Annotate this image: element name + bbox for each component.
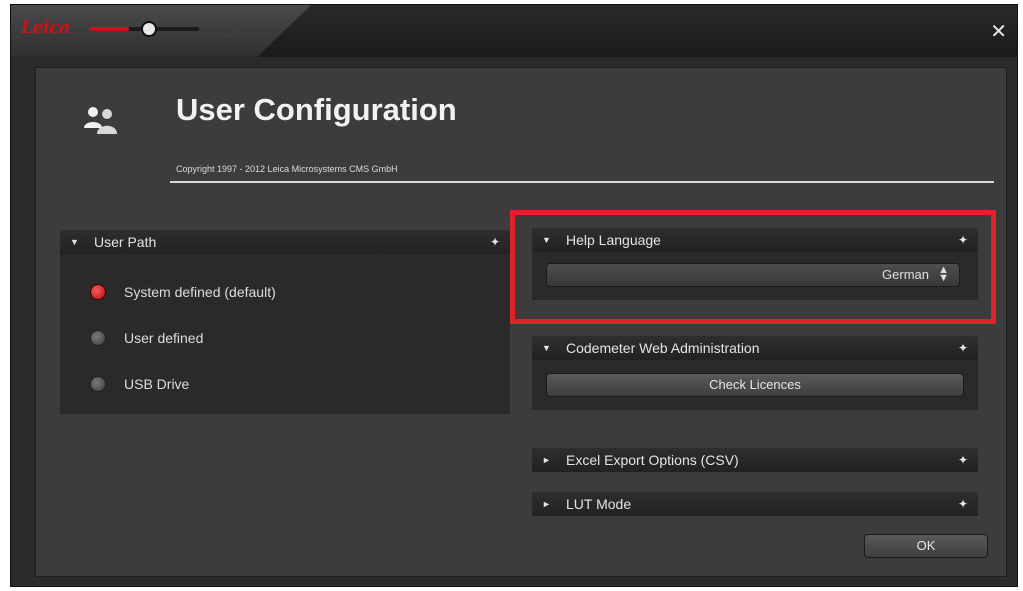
slider-knob[interactable] — [141, 21, 157, 37]
collapse-arrow-icon: ▼ — [542, 235, 551, 245]
codemeter-header[interactable]: ▼ Codemeter Web Administration ✦ — [532, 336, 978, 360]
users-icon — [82, 104, 120, 142]
help-language-select[interactable]: German ▲ ▼ — [546, 263, 960, 287]
radio-button[interactable] — [90, 330, 106, 346]
lut-mode-label: LUT Mode — [566, 496, 632, 512]
page-title: User Configuration — [176, 92, 457, 127]
pin-icon[interactable]: ✦ — [958, 448, 968, 472]
selected-language: German — [882, 267, 929, 282]
user-path-header[interactable]: ▼ User Path ✦ — [60, 230, 510, 254]
ok-button[interactable]: OK — [864, 534, 988, 558]
user-path-body: System defined (default) User defined US… — [60, 254, 510, 414]
codemeter-body: Check Licences — [532, 360, 978, 410]
user-path-label: User Path — [94, 234, 157, 250]
pin-icon[interactable]: ✦ — [958, 492, 968, 516]
close-icon[interactable]: ✕ — [990, 19, 1007, 43]
leica-logo: Leica — [21, 17, 71, 38]
radio-label: System defined (default) — [124, 284, 276, 300]
spinner-arrows-icon: ▲ ▼ — [938, 264, 949, 284]
radio-button[interactable] — [90, 284, 106, 300]
radio-label: User defined — [124, 330, 204, 346]
collapse-arrow-icon: ▼ — [542, 343, 551, 353]
copyright-text: Copyright 1997 - 2012 Leica Microsystems… — [176, 164, 398, 174]
radio-button[interactable] — [90, 376, 106, 392]
pin-icon[interactable]: ✦ — [958, 336, 968, 360]
configuration-panel: User Configuration Copyright 1997 - 2012… — [35, 67, 1007, 577]
expand-arrow-icon: ► — [542, 455, 551, 465]
check-licences-button[interactable]: Check Licences — [546, 373, 964, 397]
lut-mode-header[interactable]: ► LUT Mode ✦ — [532, 492, 978, 516]
pin-icon[interactable]: ✦ — [490, 230, 500, 254]
excel-export-label: Excel Export Options (CSV) — [566, 452, 739, 468]
title-bar: Leica ✕ — [11, 5, 1017, 57]
slider-fill — [89, 27, 129, 31]
codemeter-label: Codemeter Web Administration — [566, 340, 760, 356]
collapse-arrow-icon: ▼ — [70, 237, 79, 247]
pin-icon[interactable]: ✦ — [958, 228, 968, 252]
toolbar-circle-icon[interactable] — [221, 19, 239, 37]
help-language-header[interactable]: ▼ Help Language ✦ — [532, 228, 978, 252]
title-divider — [170, 181, 994, 183]
help-language-body: German ▲ ▼ — [532, 252, 978, 300]
excel-export-header[interactable]: ► Excel Export Options (CSV) ✦ — [532, 448, 978, 472]
user-configuration-window: Leica ✕ User Configuration Copyright 199… — [10, 4, 1018, 587]
toolbar-slider[interactable] — [89, 21, 199, 37]
expand-arrow-icon: ► — [542, 499, 551, 509]
radio-label: USB Drive — [124, 376, 190, 392]
help-language-label: Help Language — [566, 232, 661, 248]
